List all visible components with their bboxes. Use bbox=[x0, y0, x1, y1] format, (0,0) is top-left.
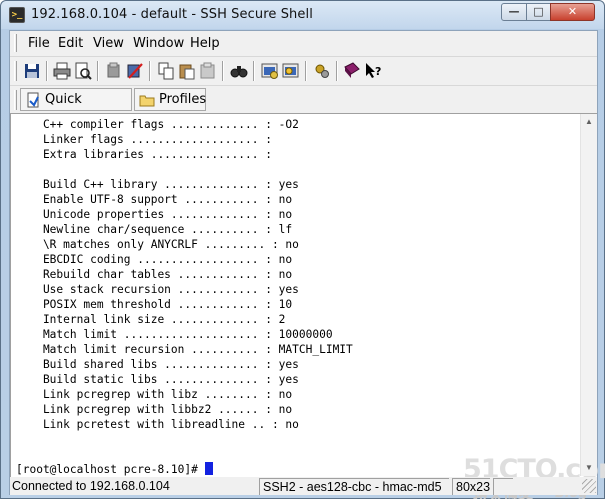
quick-connect-icon bbox=[25, 92, 41, 108]
terminal-line: Build static libs .............. : yes bbox=[16, 373, 299, 386]
terminal-line: Link pcregrep with libz ........ : no bbox=[16, 388, 293, 401]
status-bar: Connected to 192.168.0.104 SSH2 - aes128… bbox=[10, 477, 597, 495]
scroll-down-icon[interactable]: ▼ bbox=[581, 460, 597, 476]
client-area: File Edit View Window Help ? Quick Profi… bbox=[9, 30, 605, 499]
close-button[interactable]: ✕ bbox=[550, 3, 595, 21]
terminal-line: C++ compiler flags ............. : -O2 bbox=[16, 118, 299, 131]
menu-view[interactable]: View bbox=[93, 36, 124, 51]
minimize-button[interactable]: — bbox=[501, 3, 527, 21]
save-icon[interactable] bbox=[22, 61, 42, 81]
quick-connect-button[interactable]: Quick Connect bbox=[20, 88, 132, 128]
terminal-line: Build C++ library .............. : yes bbox=[16, 178, 299, 191]
menu-file[interactable]: File bbox=[28, 36, 50, 51]
terminal-line: EBCDIC coding .................. : no bbox=[16, 253, 293, 266]
terminal-line: Enable UTF-8 support ........... : no bbox=[16, 193, 293, 206]
scroll-up-icon[interactable]: ▲ bbox=[581, 114, 597, 130]
toolbar-separator bbox=[97, 61, 99, 81]
terminal-line: Match limit .................... : 10000… bbox=[16, 328, 333, 341]
terminal-pane[interactable]: C++ compiler flags ............. : -O2 L… bbox=[10, 113, 605, 499]
terminal-line: Link pcregrep with libbz2 ...... : no bbox=[16, 403, 293, 416]
paste-disabled-icon[interactable] bbox=[198, 61, 218, 81]
settings-icon[interactable] bbox=[260, 61, 280, 81]
ssh-terminal-icon[interactable]: >_ bbox=[9, 7, 25, 23]
status-terminal-size: 80x23 bbox=[452, 478, 490, 495]
terminal-output[interactable]: C++ compiler flags ............. : -O2 L… bbox=[16, 117, 576, 477]
window-title: 192.168.0.104 - default - SSH Secure She… bbox=[31, 7, 313, 22]
toolbar-separator bbox=[336, 61, 338, 81]
find-icon[interactable] bbox=[229, 61, 249, 81]
terminal-line: Match limit recursion .......... : MATCH… bbox=[16, 343, 353, 356]
toolbar-separator bbox=[305, 61, 307, 81]
terminal-line: Rebuild char tables ............ : no bbox=[16, 268, 293, 281]
toolbar-separator bbox=[222, 61, 224, 81]
copy-icon[interactable] bbox=[156, 61, 176, 81]
terminal-line: Build shared libs .............. : yes bbox=[16, 358, 299, 371]
toolbar-separator bbox=[149, 61, 151, 81]
terminal-line: \R matches only ANYCRLF ......... : no bbox=[16, 238, 299, 251]
help-book-icon[interactable] bbox=[342, 61, 362, 81]
profiles-button[interactable]: Profiles bbox=[134, 88, 206, 111]
ssh-window: >_ 192.168.0.104 - default - SSH Secure … bbox=[0, 0, 605, 499]
menu-grip[interactable] bbox=[14, 34, 17, 52]
terminal-line: Newline char/sequence .......... : lf bbox=[16, 223, 293, 236]
terminal-line: Use stack recursion ............ : yes bbox=[16, 283, 299, 296]
terminal-line: POSIX mem threshold ............ : 10 bbox=[16, 298, 293, 311]
status-encryption: SSH2 - aes128-cbc - hmac-md5 bbox=[259, 478, 449, 495]
toolbar-separator bbox=[253, 61, 255, 81]
paste-icon[interactable] bbox=[177, 61, 197, 81]
keys-icon[interactable] bbox=[281, 61, 301, 81]
terminal-line: Link pcretest with libreadline .. : no bbox=[16, 418, 299, 431]
whats-this-icon[interactable]: ? bbox=[363, 61, 383, 81]
toolbar: ? bbox=[10, 56, 597, 84]
status-empty-cell bbox=[493, 478, 513, 495]
maximize-button[interactable]: □ bbox=[526, 3, 551, 21]
folder-icon bbox=[139, 92, 155, 108]
profiles-label: Profiles bbox=[159, 92, 207, 107]
disconnect-icon[interactable] bbox=[104, 61, 124, 81]
terminal-line: Linker flags ................... : bbox=[16, 133, 272, 146]
status-connection: Connected to 192.168.0.104 bbox=[12, 479, 170, 493]
toolbar-grip[interactable] bbox=[14, 61, 17, 81]
title-bar[interactable]: >_ 192.168.0.104 - default - SSH Secure … bbox=[1, 1, 604, 29]
svg-text:?: ? bbox=[375, 65, 381, 78]
menu-bar: File Edit View Window Help bbox=[10, 31, 597, 55]
menu-edit[interactable]: Edit bbox=[58, 36, 83, 51]
quick-connect-bar: Quick Connect Profiles bbox=[10, 85, 597, 128]
toolbar-separator bbox=[46, 61, 48, 81]
disconnect-red-icon[interactable] bbox=[125, 61, 145, 81]
print-preview-icon[interactable] bbox=[73, 61, 93, 81]
quickbar-grip[interactable] bbox=[14, 90, 17, 110]
terminal-line: Unicode properties ............. : no bbox=[16, 208, 293, 221]
terminal-line: Internal link size ............. : 2 bbox=[16, 313, 286, 326]
terminal-line: Extra libraries ................ : bbox=[16, 148, 272, 161]
menu-window[interactable]: Window bbox=[133, 36, 184, 51]
print-icon[interactable] bbox=[52, 61, 72, 81]
tools-icon[interactable] bbox=[312, 61, 332, 81]
resize-grip[interactable] bbox=[582, 479, 596, 493]
terminal-prompt: [root@localhost pcre-8.10]# bbox=[16, 463, 205, 476]
terminal-cursor bbox=[204, 462, 213, 475]
menu-help[interactable]: Help bbox=[190, 36, 220, 51]
vertical-scrollbar[interactable]: ▲ ▼ bbox=[580, 114, 597, 476]
